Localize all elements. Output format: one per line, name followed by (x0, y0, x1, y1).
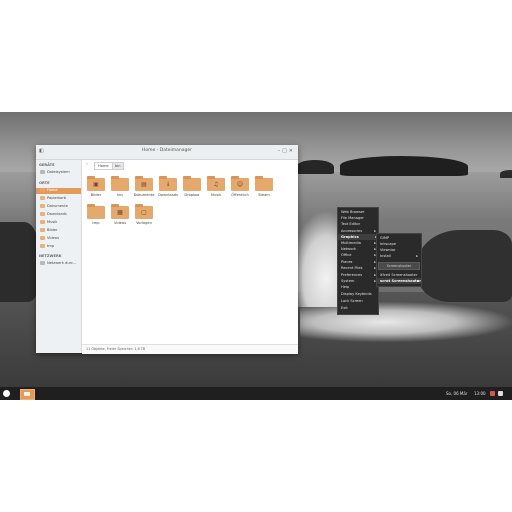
file-manager-icon (24, 392, 30, 396)
taskbar: So, 06 Mär 13:00 (0, 387, 512, 400)
sidebar-section-devices: GERÄTE (39, 163, 55, 167)
chevron-right-icon: ▸ (417, 279, 419, 283)
folder-icon (40, 244, 45, 248)
clock-date: So, 06 Mär (446, 391, 468, 396)
file-manager-window[interactable]: ◧ Home - Dateimanager –□✕ GERÄTE Dateisy… (36, 145, 298, 354)
tooltip-screenshooter: Screenshooter (378, 262, 420, 270)
menu-item-lock-screen[interactable]: Lock Screen (341, 298, 377, 304)
folder-item[interactable]: bin (108, 176, 132, 202)
sidebar-item-label: Musik (47, 220, 58, 224)
folder-icon (255, 176, 273, 191)
sidebar-section-places: ORTE (39, 181, 50, 185)
folder-icon (40, 220, 45, 224)
window-title: Home - Dateimanager (141, 148, 192, 153)
folder-icon (111, 176, 129, 191)
sidebar-section-network: NETZWERK (39, 254, 62, 258)
wallpaper-rock-right (418, 230, 512, 302)
network-icon (40, 261, 45, 265)
sidebar-item-network[interactable]: Netzwerk durc... (40, 261, 80, 267)
image-icon: ▣ (93, 181, 99, 188)
sidebar-item-music[interactable]: Musik (40, 220, 80, 226)
trash-icon (40, 196, 45, 200)
wallpaper-rock-left (0, 222, 40, 302)
menu-item-recent-files[interactable]: Recent Files▸ (341, 265, 377, 271)
wallpaper-foam (300, 302, 512, 342)
start-menu-button[interactable] (3, 390, 10, 397)
folder-icon (87, 204, 105, 219)
menu-item-text-editor[interactable]: Text Editor (341, 221, 377, 227)
sidebar-item-filesystem[interactable]: Dateisystem (40, 170, 80, 176)
window-controls[interactable]: –□✕ (278, 148, 295, 154)
drive-icon (40, 170, 45, 174)
sidebar-item-trash[interactable]: Papierkorb (40, 196, 80, 202)
folder-item[interactable]: ↓ Downloads (156, 176, 180, 202)
sidebar-item-label: tmp (47, 244, 55, 248)
folder-label: Vorlagen (136, 221, 152, 225)
sidebar-item-home[interactable]: Home (36, 188, 81, 194)
folder-item[interactable]: ▦ Videos (108, 204, 132, 230)
maximize-icon[interactable]: □ (282, 148, 289, 154)
sidebar-item-label: Papierkorb (47, 196, 67, 200)
wallpaper-island-small (296, 160, 334, 174)
desktop-menu: Web Browser File Manager Text Editor Acc… (337, 207, 379, 315)
share-icon: ☺ (236, 181, 244, 188)
folder-item[interactable]: ▣ Bilder (84, 176, 108, 202)
path-button-current[interactable]: bin (112, 162, 124, 170)
menu-item-help[interactable]: Help (341, 284, 377, 290)
status-text: 11 Objekte, Freier Speicher: 1,6 TB (86, 347, 146, 351)
sidebar-item-label: Bilder (47, 228, 58, 232)
menu-item-keybinds[interactable]: Display Keybinds (341, 291, 377, 297)
music-icon: ♫ (213, 181, 219, 188)
tray-icon[interactable] (498, 391, 503, 396)
sidebar-item-label: Dateisystem (47, 170, 70, 174)
sidebar-item-documents[interactable]: Dokumente (40, 204, 80, 210)
sidebar-item-label: Home (47, 188, 58, 192)
path-bar: ‹ Home bin (82, 160, 298, 170)
folder-icon (40, 204, 45, 208)
wallpaper-island-far (500, 170, 512, 178)
video-icon: ▦ (117, 209, 123, 216)
graphics-submenu: GIMP Inkscape Viewnior Install ▸ Xfce4 Sc… (376, 233, 422, 287)
menu-item-exit[interactable]: Exit (341, 305, 377, 311)
folder-item[interactable]: ♫ Musik (204, 176, 228, 202)
folder-label: Steam (258, 193, 270, 197)
menu-item-office[interactable]: Office▸ (341, 252, 377, 258)
clock-time: 13:00 (474, 391, 486, 396)
back-icon[interactable]: ‹ (86, 162, 88, 167)
close-icon[interactable]: ✕ (289, 148, 295, 154)
folder-item[interactable]: ▢ Vorlagen (132, 204, 156, 230)
folder-item[interactable]: Dropbox (180, 176, 204, 202)
title-bar[interactable]: ◧ Home - Dateimanager –□✕ (36, 145, 298, 160)
wallpaper-island (340, 156, 468, 176)
sidebar: GERÄTE Dateisystem ORTE Home Papierkorb … (36, 160, 82, 353)
download-icon: ↓ (165, 181, 171, 188)
sidebar-item-label: Downloads (47, 212, 67, 216)
sidebar-item-label: Dokumente (47, 204, 68, 208)
document-icon: ▤ (141, 181, 147, 188)
folder-item[interactable]: ▤ Dokumente (132, 176, 156, 202)
home-icon (40, 188, 45, 192)
folder-item[interactable]: ☺ Öffentlich (228, 176, 252, 202)
status-bar: 11 Objekte, Freier Speicher: 1,6 TB (82, 344, 298, 354)
folder-icon (40, 228, 45, 232)
path-button-home[interactable]: Home (94, 162, 113, 170)
chevron-right-icon: ▸ (416, 254, 418, 258)
folder-icon (183, 176, 201, 191)
folder-item[interactable]: Steam (252, 176, 276, 202)
folder-icon (40, 236, 45, 240)
folder-item[interactable]: tmp (84, 204, 108, 230)
submenu-item-scrot-screenshooter[interactable]: scrot Screenshooter ▸ (377, 278, 421, 284)
folder-icon (40, 212, 45, 216)
sidebar-item-tmp[interactable]: tmp (40, 244, 80, 250)
sidebar-item-pictures[interactable]: Bilder (40, 228, 80, 234)
folder-view[interactable]: ▣ Bilder bin ▤ Dokumente ↓ Downloads Dro… (82, 171, 298, 343)
notification-icon[interactable] (490, 391, 495, 396)
sidebar-item-downloads[interactable]: Downloads (40, 212, 80, 218)
sidebar-item-label: Netzwerk durc... (47, 261, 77, 265)
taskbar-file-manager-button[interactable] (20, 389, 35, 400)
submenu-item-install[interactable]: Install ▸ (380, 253, 420, 259)
template-icon: ▢ (141, 209, 147, 216)
sidebar-item-videos[interactable]: Videos (40, 236, 80, 242)
sidebar-item-label: Videos (47, 236, 59, 240)
